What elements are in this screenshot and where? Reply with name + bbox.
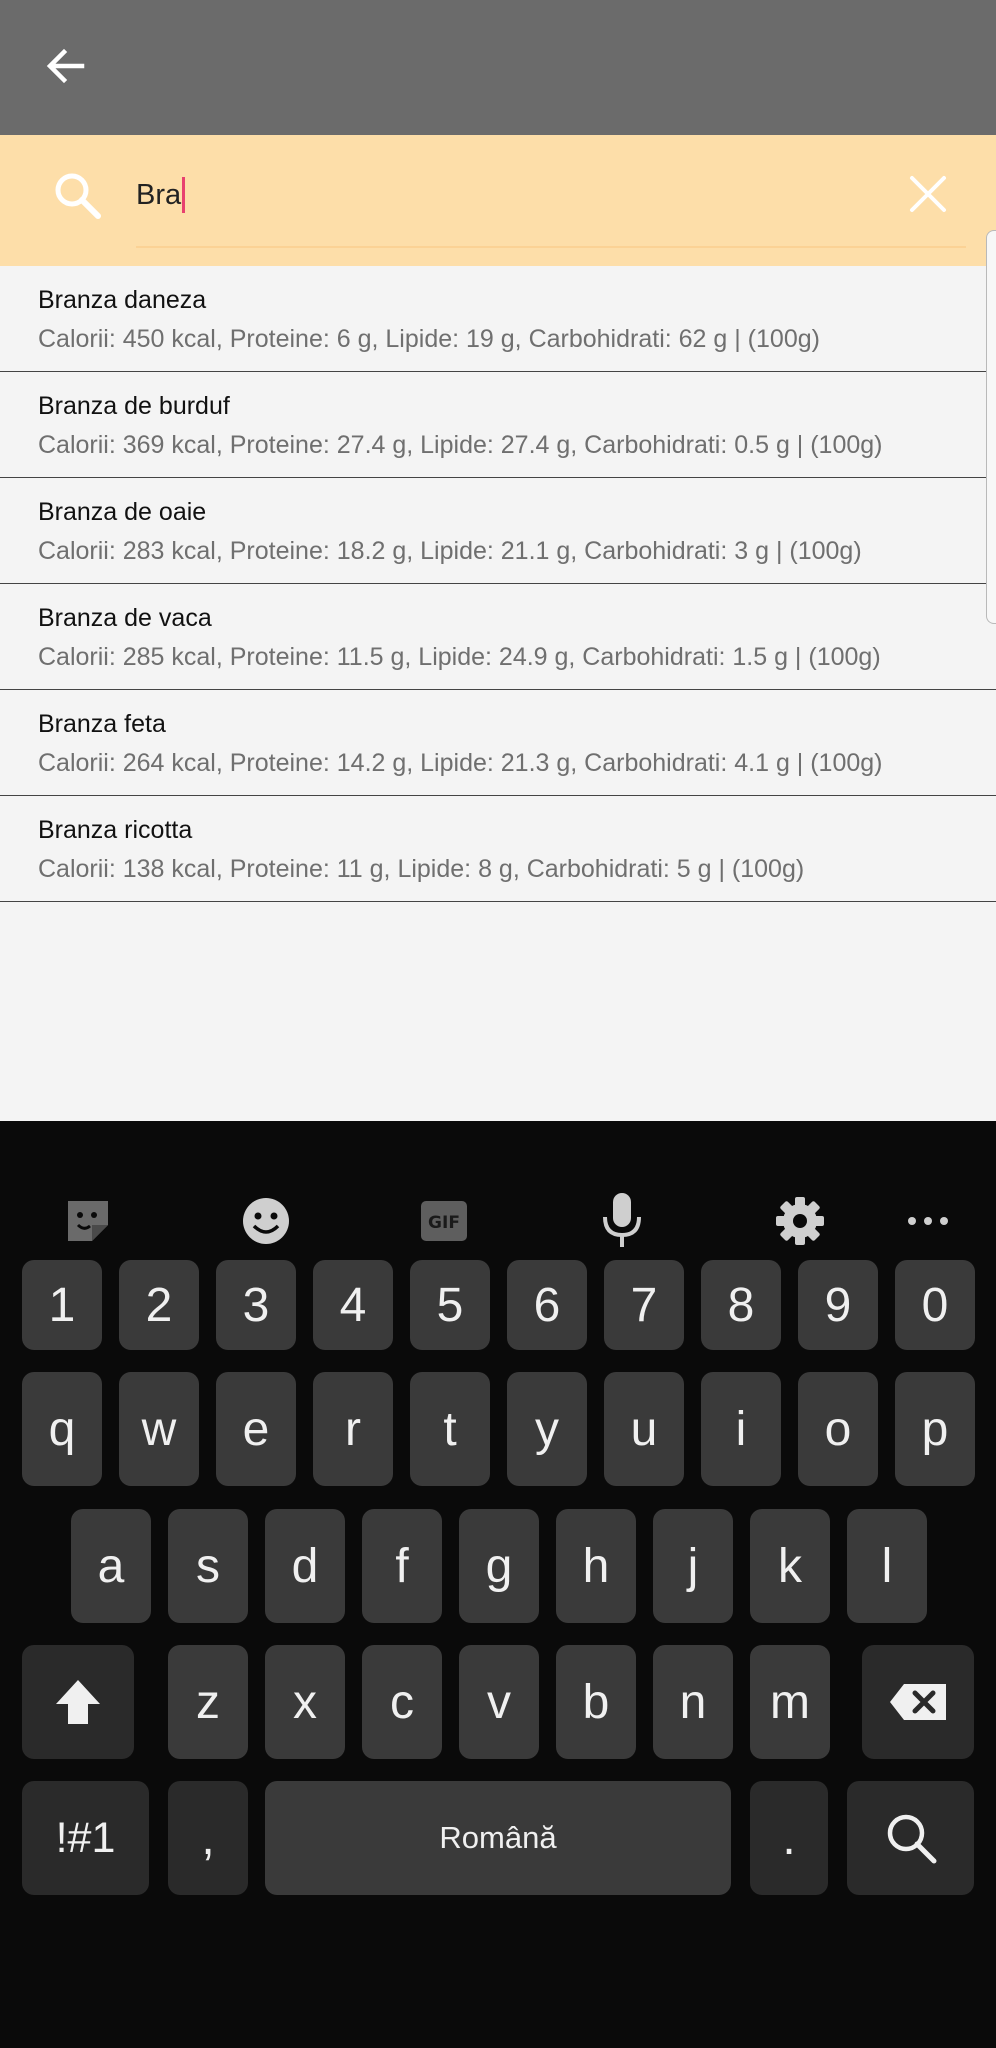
key-6[interactable]: 6 [507, 1260, 587, 1350]
list-item[interactable]: Branza de burduf Calorii: 369 kcal, Prot… [0, 372, 996, 478]
item-details: Calorii: 450 kcal, Proteine: 6 g, Lipide… [38, 325, 820, 353]
item-details: Calorii: 369 kcal, Proteine: 27.4 g, Lip… [38, 431, 883, 459]
emoji-icon[interactable] [236, 1191, 296, 1251]
list-item[interactable]: Branza de vaca Calorii: 285 kcal, Protei… [0, 584, 996, 690]
item-name: Branza feta [38, 710, 166, 738]
key-v[interactable]: v [459, 1645, 539, 1759]
space-key[interactable]: Română [265, 1781, 731, 1895]
key-n[interactable]: n [653, 1645, 733, 1759]
key-l[interactable]: l [847, 1509, 927, 1623]
key-f[interactable]: f [362, 1509, 442, 1623]
key-g[interactable]: g [459, 1509, 539, 1623]
key-y[interactable]: y [507, 1372, 587, 1486]
key-4[interactable]: 4 [313, 1260, 393, 1350]
item-details: Calorii: 138 kcal, Proteine: 11 g, Lipid… [38, 855, 805, 883]
item-name: Branza de oaie [38, 498, 207, 526]
key-o[interactable]: o [798, 1372, 878, 1486]
results-list: Branza daneza Calorii: 450 kcal, Protein… [0, 266, 996, 902]
key-5[interactable]: 5 [410, 1260, 490, 1350]
period-key[interactable]: . [750, 1781, 828, 1895]
shift-key[interactable] [22, 1645, 134, 1759]
item-name: Branza de vaca [38, 604, 212, 632]
key-u[interactable]: u [604, 1372, 684, 1486]
key-c[interactable]: c [362, 1645, 442, 1759]
item-details: Calorii: 283 kcal, Proteine: 18.2 g, Lip… [38, 537, 862, 565]
key-i[interactable]: i [701, 1372, 781, 1486]
close-icon [910, 176, 946, 212]
search-icon [887, 1814, 936, 1864]
list-item[interactable]: Branza ricotta Calorii: 138 kcal, Protei… [0, 796, 996, 902]
key-j[interactable]: j [653, 1509, 733, 1623]
search-key[interactable] [847, 1781, 974, 1895]
key-h[interactable]: h [556, 1509, 636, 1623]
gif-icon[interactable]: GIF [414, 1191, 474, 1251]
comma-key[interactable]: , [168, 1781, 248, 1895]
search-input[interactable]: Bra [136, 170, 836, 220]
key-e[interactable]: e [216, 1372, 296, 1486]
back-button[interactable] [30, 30, 102, 102]
back-arrow-icon [46, 48, 85, 84]
sticker-icon[interactable] [58, 1191, 118, 1251]
more-icon[interactable] [898, 1191, 958, 1251]
soft-keyboard: GIF 1 2 3 4 5 6 7 8 9 0 q w e r t y u i … [0, 1121, 996, 2048]
microphone-icon[interactable] [592, 1191, 652, 1251]
item-details: Calorii: 285 kcal, Proteine: 11.5 g, Lip… [38, 643, 881, 671]
key-9[interactable]: 9 [798, 1260, 878, 1350]
key-t[interactable]: t [410, 1372, 490, 1486]
key-8[interactable]: 8 [701, 1260, 781, 1350]
backspace-icon [890, 1684, 946, 1720]
key-a[interactable]: a [71, 1509, 151, 1623]
item-name: Branza daneza [38, 286, 207, 314]
symbols-key[interactable]: !#1 [22, 1781, 149, 1895]
key-0[interactable]: 0 [895, 1260, 975, 1350]
list-item[interactable]: Branza de oaie Calorii: 283 kcal, Protei… [0, 478, 996, 584]
key-r[interactable]: r [313, 1372, 393, 1486]
key-q[interactable]: q [22, 1372, 102, 1486]
key-s[interactable]: s [168, 1509, 248, 1623]
search-underline [136, 246, 966, 248]
key-1[interactable]: 1 [22, 1260, 102, 1350]
list-item[interactable]: Branza feta Calorii: 264 kcal, Proteine:… [0, 690, 996, 796]
list-item[interactable]: Branza daneza Calorii: 450 kcal, Protein… [0, 266, 996, 372]
item-name: Branza de burduf [38, 392, 230, 420]
search-input-value: Bra [136, 179, 182, 211]
key-7[interactable]: 7 [604, 1260, 684, 1350]
item-name: Branza ricotta [38, 816, 193, 844]
search-icon [50, 168, 106, 224]
gif-label: GIF [428, 1213, 460, 1233]
key-x[interactable]: x [265, 1645, 345, 1759]
shift-arrow-icon [56, 1680, 100, 1724]
key-b[interactable]: b [556, 1645, 636, 1759]
key-3[interactable]: 3 [216, 1260, 296, 1350]
key-w[interactable]: w [119, 1372, 199, 1486]
key-p[interactable]: p [895, 1372, 975, 1486]
clear-search-button[interactable] [900, 166, 956, 222]
item-details: Calorii: 264 kcal, Proteine: 14.2 g, Lip… [38, 749, 883, 777]
scrollbar-thumb[interactable] [986, 230, 996, 624]
key-m[interactable]: m [750, 1645, 830, 1759]
text-caret [182, 177, 186, 213]
settings-icon[interactable] [770, 1191, 830, 1251]
app-toolbar [0, 0, 996, 135]
key-2[interactable]: 2 [119, 1260, 199, 1350]
key-d[interactable]: d [265, 1509, 345, 1623]
key-k[interactable]: k [750, 1509, 830, 1623]
key-z[interactable]: z [168, 1645, 248, 1759]
backspace-key[interactable] [862, 1645, 974, 1759]
